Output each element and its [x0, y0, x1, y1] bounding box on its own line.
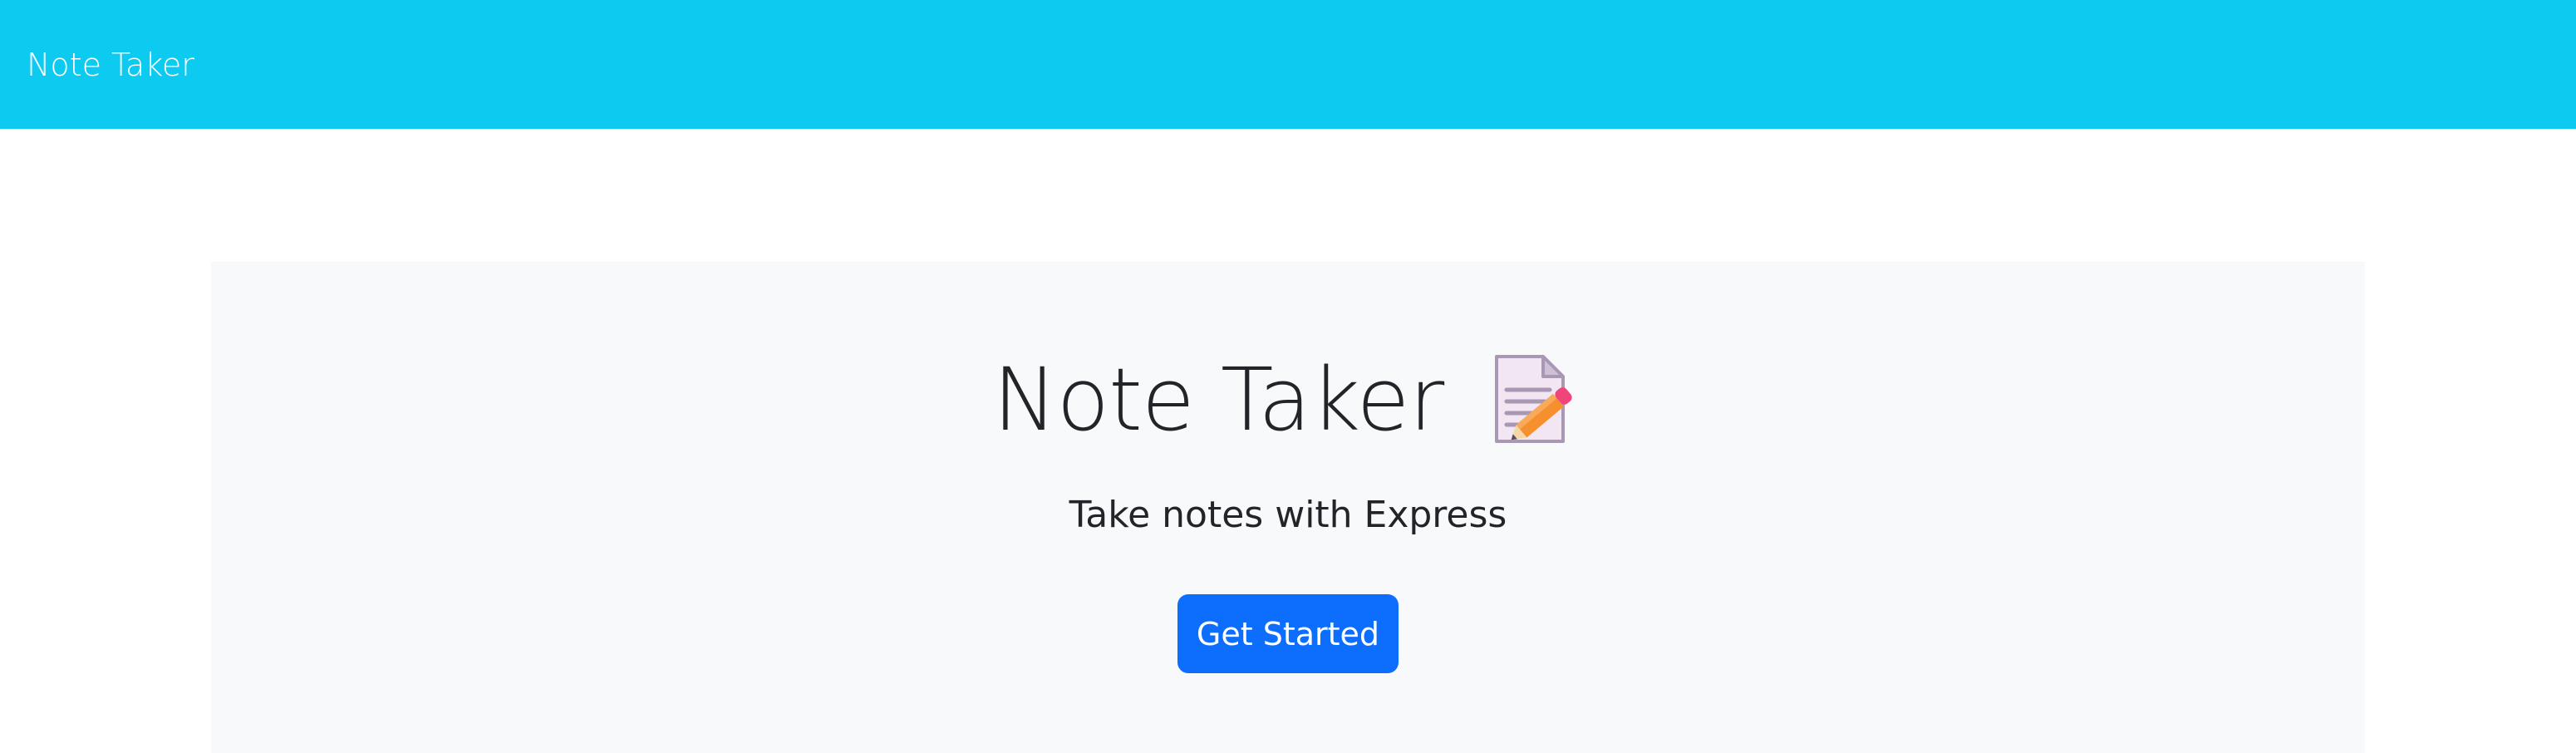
top-navbar: Note Taker: [0, 0, 2576, 129]
hero-title: Note Taker: [992, 349, 1445, 450]
navbar-brand-link[interactable]: Note Taker: [27, 49, 194, 81]
hero-subtitle: Take notes with Express: [1069, 494, 1507, 536]
hero-title-row: Note Taker: [211, 350, 2365, 450]
hero-jumbotron: Note Taker Take notes with Express Get S…: [211, 262, 2365, 753]
get-started-button[interactable]: Get Started: [1177, 594, 1399, 673]
memo-icon: [1495, 355, 1572, 443]
